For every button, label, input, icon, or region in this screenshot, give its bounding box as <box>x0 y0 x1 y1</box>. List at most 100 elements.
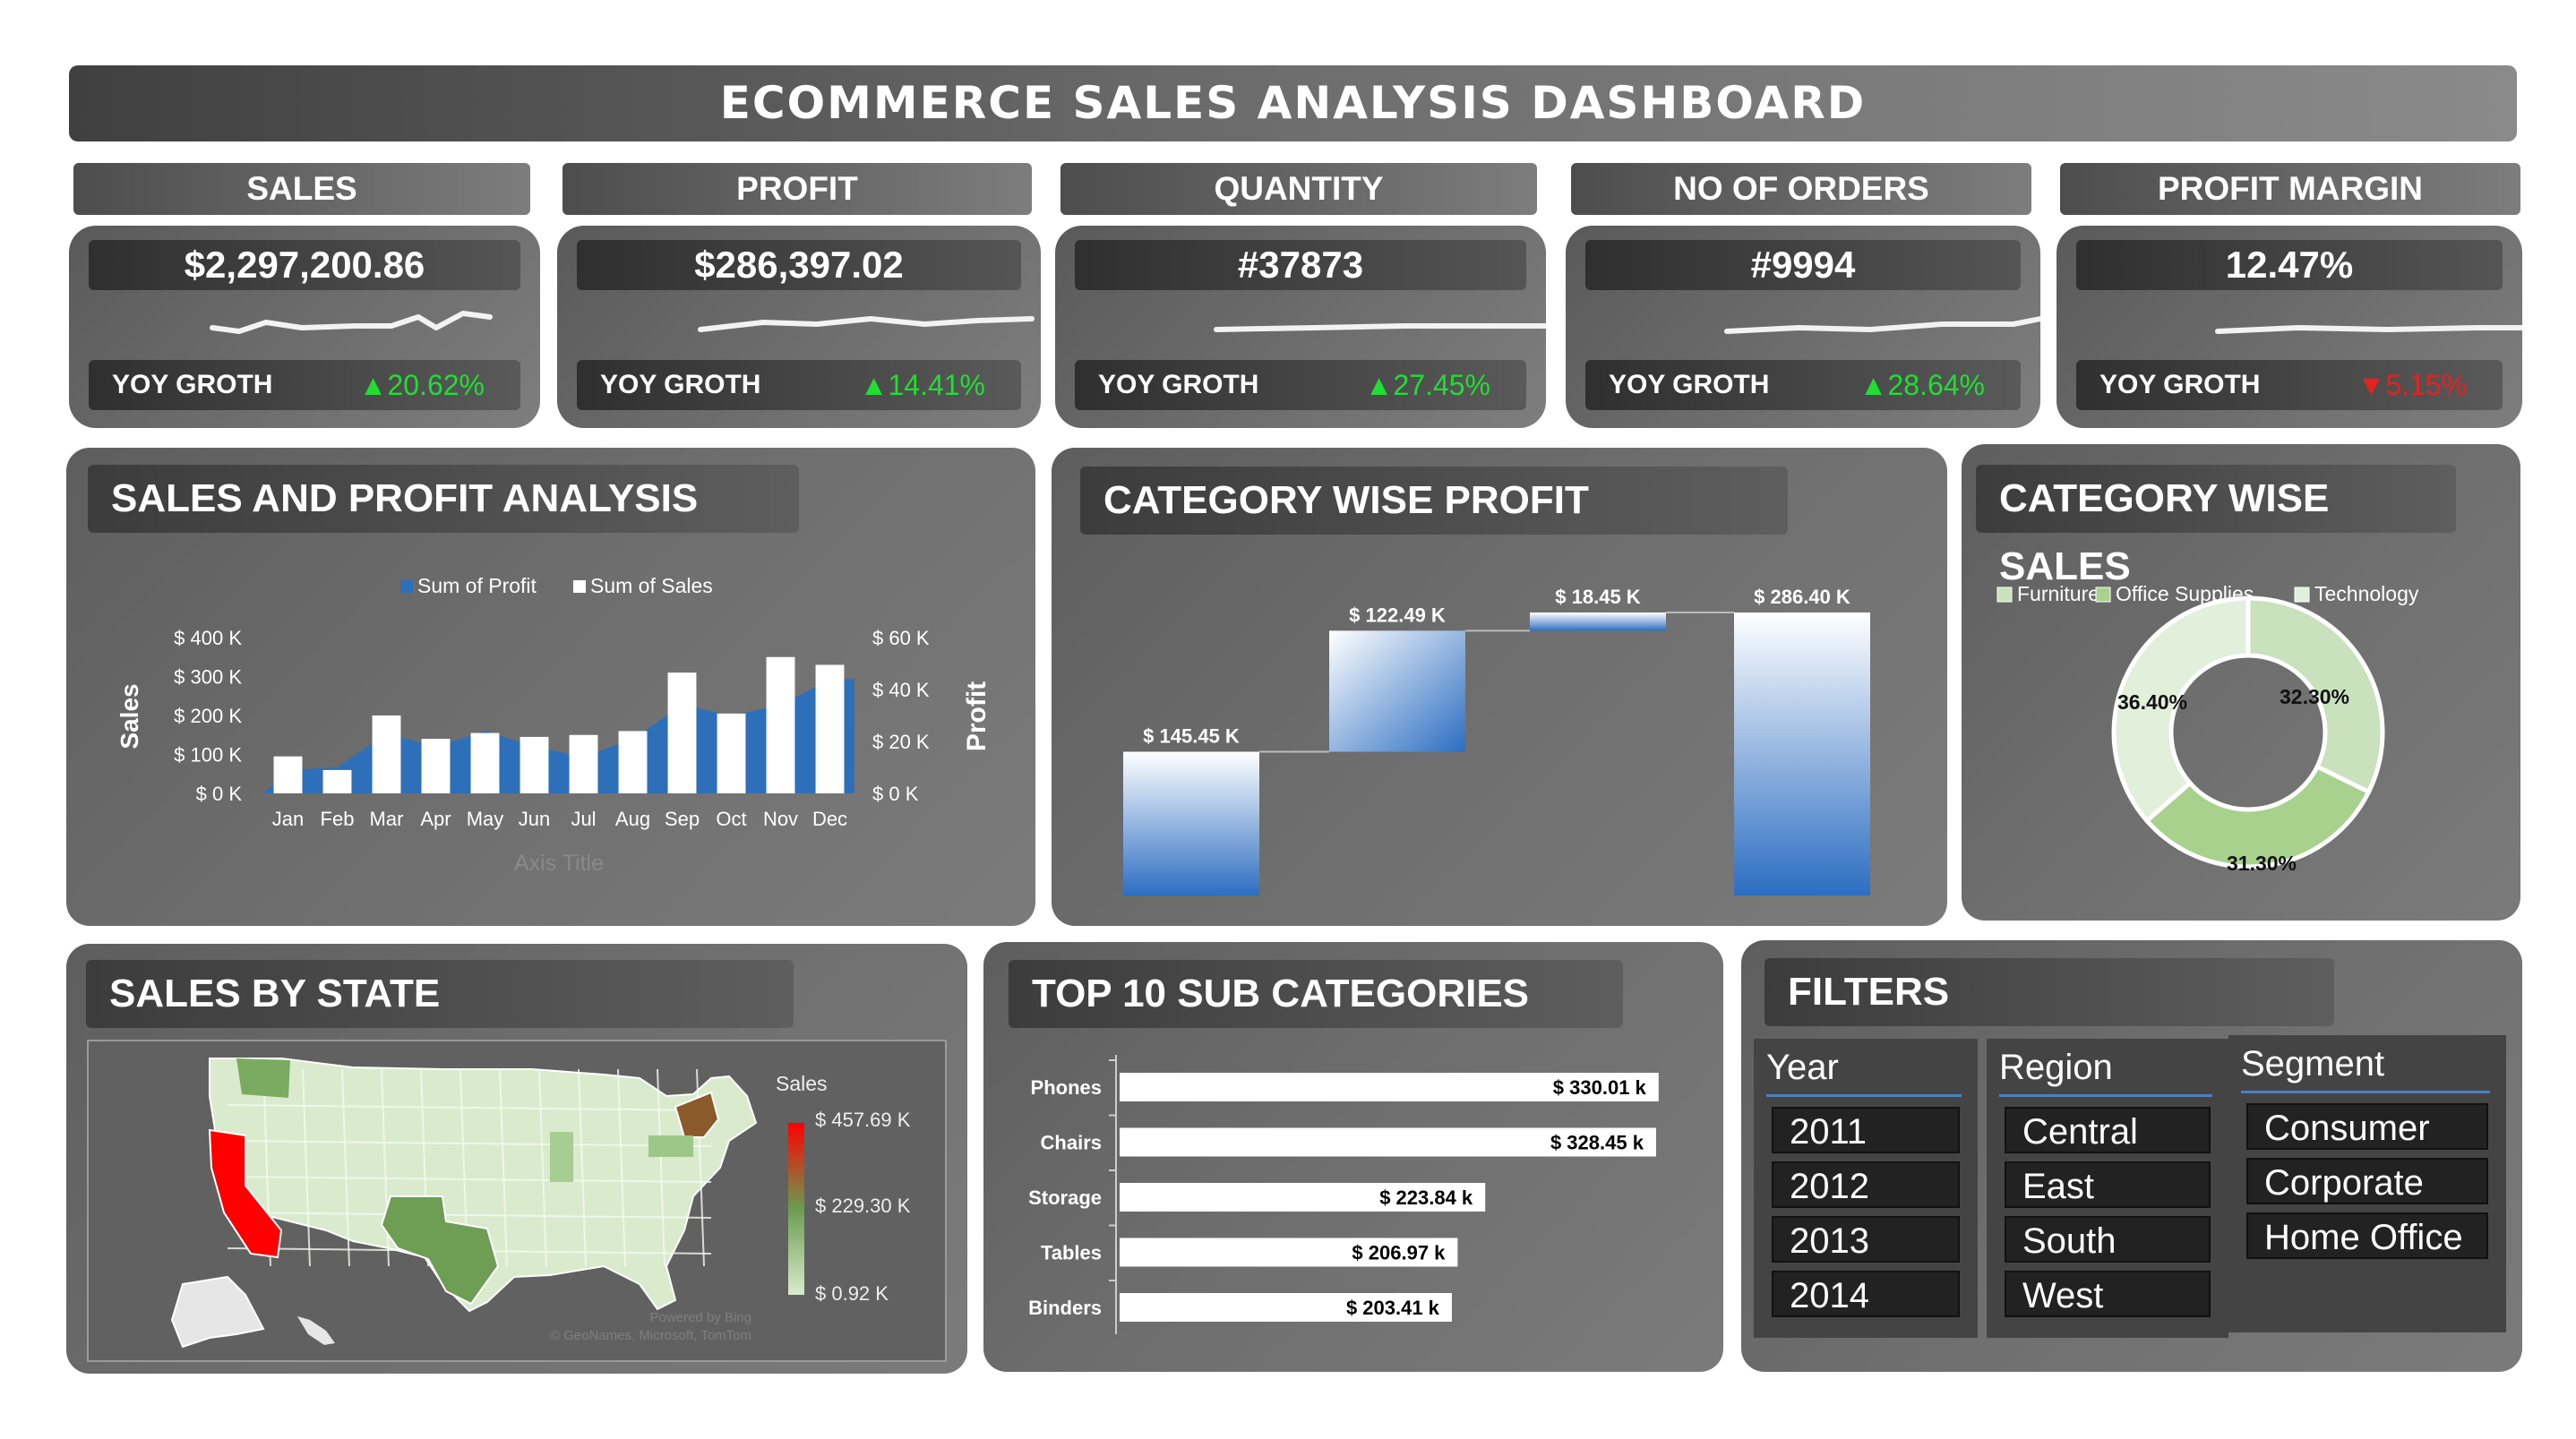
slicer-option[interactable]: 2012 <box>1772 1161 1960 1208</box>
sales-bar <box>322 769 352 793</box>
slicer-option[interactable]: 2011 <box>1772 1107 1960 1153</box>
state-washington[interactable] <box>236 1058 290 1098</box>
x-axis-tick: Aug <box>615 808 650 830</box>
sales-bar <box>470 732 500 793</box>
yoy-value: 20.62% <box>387 369 485 401</box>
sales-bar <box>519 736 549 793</box>
yoy-growth-bar: YOY GROTH ▲27.45% <box>1075 360 1526 410</box>
us-sales-map[interactable]: Sales $ 457.69 K $ 229.30 K $ 0.92 K Powered… <box>66 944 967 1374</box>
kpi-sparkline <box>2215 325 2522 334</box>
kpi-card: $2,297,200.86 YOY GROTH ▲20.62% <box>69 226 540 428</box>
kpi-header: SALES <box>73 163 530 215</box>
legend-swatch <box>1996 587 2013 603</box>
legend-label-profit: Sum of Profit <box>417 574 537 597</box>
slicer-option[interactable]: 2014 <box>1772 1271 1960 1317</box>
subcategory-label: Storage <box>1028 1186 1102 1209</box>
left-axis-tick: $ 300 K <box>174 666 242 689</box>
yoy-label: YOY GROTH <box>1098 370 1259 399</box>
donut-label: 32.30% <box>2280 685 2349 708</box>
subcategory-label: Chairs <box>1041 1132 1102 1154</box>
slicer-header: Year <box>1766 1048 1839 1087</box>
map-legend-scale <box>788 1123 804 1295</box>
kpi-card: #9994 YOY GROTH ▲28.64% <box>1566 226 2040 428</box>
yoy-percent: ▲27.45% <box>1365 360 1490 410</box>
subcategory-label: Tables <box>1041 1242 1102 1264</box>
legend-swatch-profit <box>400 580 413 593</box>
slicer-option[interactable]: 2013 <box>1772 1216 1960 1263</box>
sparkline-path <box>1214 323 1546 332</box>
sales-bar <box>667 672 697 793</box>
sparkline-path <box>698 316 1035 332</box>
right-axis-tick: $ 0 K <box>872 783 919 805</box>
slicer-option[interactable]: West <box>2005 1271 2211 1317</box>
slicer-option[interactable]: South <box>2005 1216 2211 1263</box>
right-axis-title: Profit <box>962 681 992 751</box>
kpi-sparkline <box>1214 323 1546 332</box>
donut-label: 36.40% <box>2117 690 2187 714</box>
map-legend-tick: $ 457.69 K <box>815 1109 911 1131</box>
map-legend-tick: $ 0.92 K <box>815 1282 889 1305</box>
slicer-header: Region <box>1999 1048 2113 1087</box>
slicer-region: Region Central East South West <box>1987 1039 2228 1338</box>
map-legend-tick: $ 229.30 K <box>815 1195 911 1217</box>
category-profit-chart: $ 145.45 K $ 122.49 K $ 18.45 K $ 286.40 K <box>1123 586 1870 895</box>
sparkline-path <box>2215 325 2522 334</box>
arrow-up-icon: ▲ <box>358 369 388 401</box>
yoy-label: YOY GROTH <box>600 370 761 399</box>
yoy-value: 5.15% <box>2385 369 2467 401</box>
waterfall-bar <box>1734 612 1870 895</box>
slicer-underline <box>1766 1094 1962 1097</box>
kpi-header: NO OF ORDERS <box>1571 163 2031 215</box>
legend-label-sales: Sum of Sales <box>590 574 713 597</box>
sales-bar <box>273 756 303 793</box>
kpi-header: PROFIT <box>562 163 1032 215</box>
yoy-percent: ▲28.64% <box>1859 360 1985 410</box>
x-axis-tick: Nov <box>763 808 798 830</box>
kpi-card: 12.47% YOY GROTH ▼5.15% <box>2057 226 2522 428</box>
subcategory-label: Phones <box>1031 1076 1102 1099</box>
kpi-value: 12.47% <box>2076 240 2503 290</box>
x-axis-tick: Sep <box>665 808 700 830</box>
slicer-year: Year 2011 2012 2013 2014 <box>1754 1039 1978 1338</box>
waterfall-bar <box>1530 612 1666 631</box>
map-legend-title: Sales <box>776 1072 828 1095</box>
state-illinois[interactable] <box>550 1132 573 1182</box>
kpi-header: QUANTITY <box>1060 163 1537 215</box>
left-axis-tick: $ 200 K <box>174 705 242 727</box>
sales-bar <box>766 656 795 793</box>
category-sales-chart: Furniture Office Supplies Technology32.30%… <box>1996 582 2419 875</box>
slicer-option[interactable]: Corporate <box>2246 1158 2488 1204</box>
subcategory-value: $ 223.84 k <box>1379 1186 1473 1209</box>
yoy-percent: ▲14.41% <box>860 360 985 410</box>
x-axis-tick: May <box>467 808 504 830</box>
slicer-header: Segment <box>2241 1044 2385 1084</box>
kpi-value: $2,297,200.86 <box>89 240 520 290</box>
yoy-label: YOY GROTH <box>112 370 273 399</box>
right-axis-tick: $ 20 K <box>872 731 930 753</box>
yoy-percent: ▲20.62% <box>359 360 485 410</box>
sales-bar <box>569 734 598 793</box>
x-axis-tick: Jul <box>571 808 596 830</box>
slicer-option[interactable]: Home Office <box>2246 1212 2488 1259</box>
yoy-label: YOY GROTH <box>1609 370 1770 399</box>
subcategory-value: $ 328.45 k <box>1550 1132 1644 1154</box>
slicer-option[interactable]: East <box>2005 1161 2211 1208</box>
left-axis-tick: $ 0 K <box>196 783 243 805</box>
yoy-value: 14.41% <box>888 369 985 401</box>
sales-profit-chart: Sum of Profit Sum of Sales $ 0 K $ 100 K $ 2… <box>116 574 992 876</box>
dashboard-title: ECOMMERCE SALES ANALYSIS DASHBOARD <box>69 65 2517 141</box>
yoy-growth-bar: YOY GROTH ▲28.64% <box>1585 360 2021 410</box>
slicer-option[interactable]: Consumer <box>2246 1103 2488 1150</box>
arrow-up-icon: ▲ <box>1859 369 1888 401</box>
state-pennsylvania[interactable] <box>648 1135 693 1157</box>
slicer-underline <box>2241 1091 2490 1093</box>
subcategory-value: $ 203.41 k <box>1346 1297 1440 1319</box>
slicer-option[interactable]: Central <box>2005 1107 2211 1153</box>
kpi-header: PROFIT MARGIN <box>2060 163 2520 215</box>
yoy-percent: ▼5.15% <box>2357 360 2467 410</box>
x-axis-tick: Dec <box>812 808 847 830</box>
x-axis-tick: Mar <box>370 808 404 830</box>
x-axis-tick: Jan <box>272 808 304 830</box>
map-credit: © GeoNames, Microsoft, TomTom <box>550 1328 751 1343</box>
arrow-up-icon: ▲ <box>1364 369 1394 401</box>
